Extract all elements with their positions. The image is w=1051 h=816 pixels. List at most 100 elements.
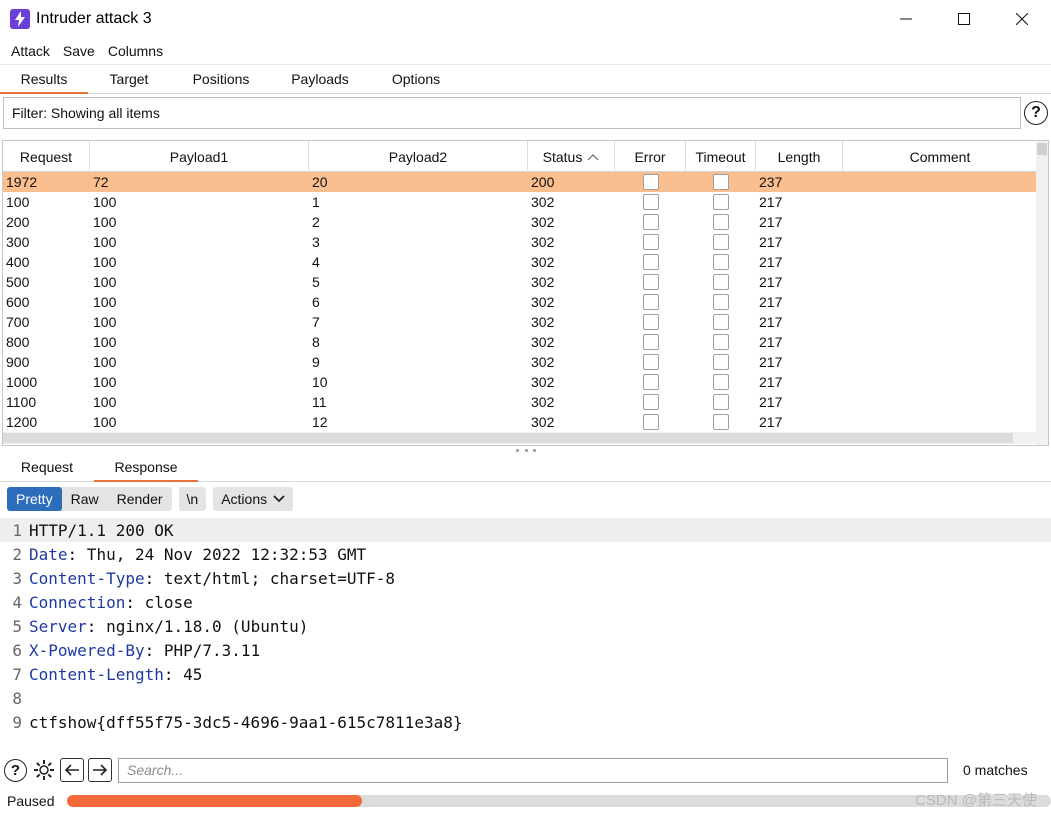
tab-response[interactable]: Response <box>94 452 198 482</box>
menu-attack[interactable]: Attack <box>11 43 50 59</box>
response-editor[interactable]: 1 HTTP/1.1 200 OK 2 Date: Thu, 24 Nov 2022 … <box>0 518 1051 754</box>
error-checkbox <box>642 394 659 410</box>
vertical-scrollbar[interactable] <box>1036 141 1048 445</box>
table-row[interactable]: 600 100 6 302 217 <box>3 292 1037 312</box>
code-line: 1 HTTP/1.1 200 OK <box>0 518 1051 542</box>
code-text: Server: nginx/1.18.0 (Ubuntu) <box>26 617 308 636</box>
help-icon[interactable]: ? <box>4 758 27 782</box>
table-row[interactable]: 500 100 5 302 217 <box>3 272 1037 292</box>
header-name: Date <box>29 544 68 564</box>
header-separator: : <box>86 616 97 636</box>
pretty-button[interactable]: Pretty <box>7 487 62 511</box>
tab-results[interactable]: Results <box>0 64 88 94</box>
menu-columns[interactable]: Columns <box>108 43 163 59</box>
tab-payloads[interactable]: Payloads <box>272 64 368 93</box>
column-header-comment[interactable]: Comment <box>843 141 1037 172</box>
table-row[interactable]: 400 100 4 302 217 <box>3 252 1037 272</box>
cell-length: 217 <box>759 354 783 370</box>
tab-positions[interactable]: Positions <box>170 64 272 93</box>
match-count: 0 matches <box>963 762 1028 778</box>
column-header-error[interactable]: Error <box>615 141 686 172</box>
vertical-scrollbar-thumb[interactable] <box>1037 143 1047 155</box>
cell-payload2: 7 <box>312 314 320 330</box>
column-header-payload2[interactable]: Payload2 <box>309 141 528 172</box>
actions-button[interactable]: Actions <box>213 487 294 511</box>
cell-payload2: 2 <box>312 214 320 230</box>
horizontal-scrollbar-thumb[interactable] <box>3 433 1013 443</box>
cell-error <box>615 232 686 252</box>
horizontal-scrollbar[interactable] <box>3 432 1037 444</box>
error-checkbox <box>642 414 659 430</box>
table-row[interactable]: 700 100 7 302 217 <box>3 312 1037 332</box>
error-checkbox <box>642 234 659 250</box>
header-separator: : <box>125 592 135 612</box>
minimize-button[interactable] <box>877 0 935 38</box>
column-header-timeout[interactable]: Timeout <box>686 141 756 172</box>
previous-match-button[interactable] <box>60 758 84 782</box>
table-row[interactable]: 1200 100 12 302 217 <box>3 412 1037 432</box>
timeout-checkbox <box>713 214 729 230</box>
view-mode-group: Pretty Raw Render <box>7 487 172 511</box>
header-value: Thu, 24 Nov 2022 12:32:53 GMT <box>77 544 367 564</box>
table-row[interactable]: 1972 72 20 200 237 <box>3 172 1037 192</box>
maximize-icon <box>958 13 970 25</box>
cell-length: 217 <box>759 254 783 270</box>
header-separator: : <box>144 640 155 660</box>
help-icon[interactable]: ? <box>1024 101 1048 125</box>
cell-request: 900 <box>6 354 30 370</box>
gear-icon[interactable] <box>31 758 56 783</box>
code-line: 9 ctfshow{dff55f75-3dc5-4696-9aa1-615c781… <box>0 710 1051 734</box>
cell-comment <box>843 272 1037 292</box>
status-bar: Paused CSDN @第三天使 <box>0 789 1051 813</box>
tab-request[interactable]: Request <box>0 452 94 481</box>
column-header-status-label: Status <box>542 148 583 165</box>
cell-timeout <box>686 172 756 192</box>
cell-length: 217 <box>759 214 783 230</box>
table-row[interactable]: 100 100 1 302 217 <box>3 192 1037 212</box>
menu-save[interactable]: Save <box>63 43 95 59</box>
maximize-button[interactable] <box>935 0 993 38</box>
raw-button[interactable]: Raw <box>62 487 108 511</box>
header-value: ctfshow{dff55f75-3dc5-4696-9aa1-615c7811… <box>29 712 463 732</box>
table-row[interactable]: 900 100 9 302 217 <box>3 352 1037 372</box>
table-row[interactable]: 1000 100 10 302 217 <box>3 372 1037 392</box>
watermark: CSDN @第三天使 <box>915 792 1037 809</box>
cell-comment <box>843 332 1037 352</box>
line-number: 7 <box>12 664 22 684</box>
cell-comment <box>843 392 1037 412</box>
render-button[interactable]: Render <box>108 487 172 511</box>
newline-toggle-button[interactable]: \n <box>178 487 207 511</box>
cell-status: 302 <box>531 334 555 350</box>
column-header-payload1[interactable]: Payload1 <box>90 141 309 172</box>
cell-payload1: 72 <box>93 174 109 190</box>
line-number: 6 <box>12 640 22 660</box>
cell-comment <box>843 372 1037 392</box>
cell-payload2: 4 <box>312 254 320 270</box>
search-bar: ? Search... 0 matches <box>0 755 1051 785</box>
code-text: Date: Thu, 24 Nov 2022 12:32:53 GMT <box>26 545 366 564</box>
column-header-status[interactable]: Status <box>528 141 615 172</box>
tab-options[interactable]: Options <box>368 64 464 93</box>
line-number: 4 <box>12 592 22 612</box>
table-row[interactable]: 300 100 3 302 217 <box>3 232 1037 252</box>
table-row[interactable]: 200 100 2 302 217 <box>3 212 1037 232</box>
column-header-request[interactable]: Request <box>3 141 90 172</box>
filter-bar[interactable]: Filter: Showing all items <box>3 97 1021 129</box>
search-input[interactable]: Search... <box>118 757 948 783</box>
cell-request: 800 <box>6 334 30 350</box>
cell-comment <box>843 212 1037 232</box>
column-header-length[interactable]: Length <box>756 141 843 172</box>
table-row[interactable]: 1100 100 11 302 217 <box>3 392 1037 412</box>
arrow-right-icon <box>93 764 108 776</box>
close-button[interactable] <box>993 0 1051 38</box>
timeout-checkbox <box>713 394 729 410</box>
tab-target[interactable]: Target <box>88 64 170 93</box>
error-checkbox <box>642 174 659 190</box>
cell-length: 217 <box>759 314 783 330</box>
cell-length: 217 <box>759 394 783 410</box>
cell-status: 302 <box>531 414 555 430</box>
next-match-button[interactable] <box>88 758 112 782</box>
code-line: 6 X-Powered-By: PHP/7.3.11 <box>0 638 1051 662</box>
table-row[interactable]: 800 100 8 302 217 <box>3 332 1037 352</box>
error-checkbox <box>642 334 659 350</box>
